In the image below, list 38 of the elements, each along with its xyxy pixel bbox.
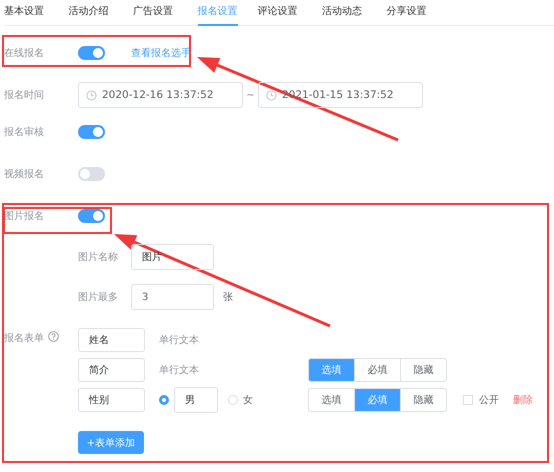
segment-button[interactable]: 隐藏 [401,389,446,411]
tab[interactable]: 活动介绍 [68,0,133,26]
field-label: 报名时间 [4,88,45,102]
field-label: 在线报名 [4,46,45,60]
input-field[interactable]: 3 [131,284,214,310]
toggle-switch[interactable] [78,46,105,60]
checkbox[interactable] [463,395,473,405]
field-label: 视频报名 [4,168,45,181]
field-type-label: 单行文本 [159,364,199,377]
field-label: 图片名称 [78,250,119,264]
field-label: 图片最多 [78,290,119,304]
toggle-switch[interactable] [78,209,105,223]
unit-label: 张 [223,290,233,304]
tab[interactable]: 广告设置 [133,0,198,26]
radio-label: 女 [243,394,253,407]
clock-icon [86,90,97,100]
segment-button[interactable]: 隐藏 [401,359,446,381]
field-label: 报名表单 [4,332,44,345]
tab[interactable]: 活动动态 [322,0,386,26]
segment-button[interactable]: 必填 [355,359,401,381]
range-separator: ~ [245,90,256,100]
tab[interactable]: 评论设置 [258,0,322,26]
tab[interactable]: 分享设置 [386,0,451,26]
field-label: 报名审核 [4,126,45,139]
input-field[interactable]: 性别 [78,388,145,412]
input-field[interactable]: 男 [174,387,218,413]
clock-icon [266,90,277,100]
input-field[interactable]: 简介 [78,358,145,382]
toggle-switch[interactable] [78,125,105,139]
tab[interactable]: 基本设置 [4,0,68,26]
radio-button[interactable] [159,395,169,405]
input-field[interactable]: 姓名 [78,328,145,352]
checkbox-label: 公开 [479,394,499,407]
field-type-label: 单行文本 [159,334,199,347]
help-icon[interactable] [48,331,59,342]
toggle-switch[interactable] [78,167,105,181]
date-field[interactable]: 2020-12-16 13:37:52 [78,82,243,108]
input-field[interactable]: 图片 [131,244,214,270]
